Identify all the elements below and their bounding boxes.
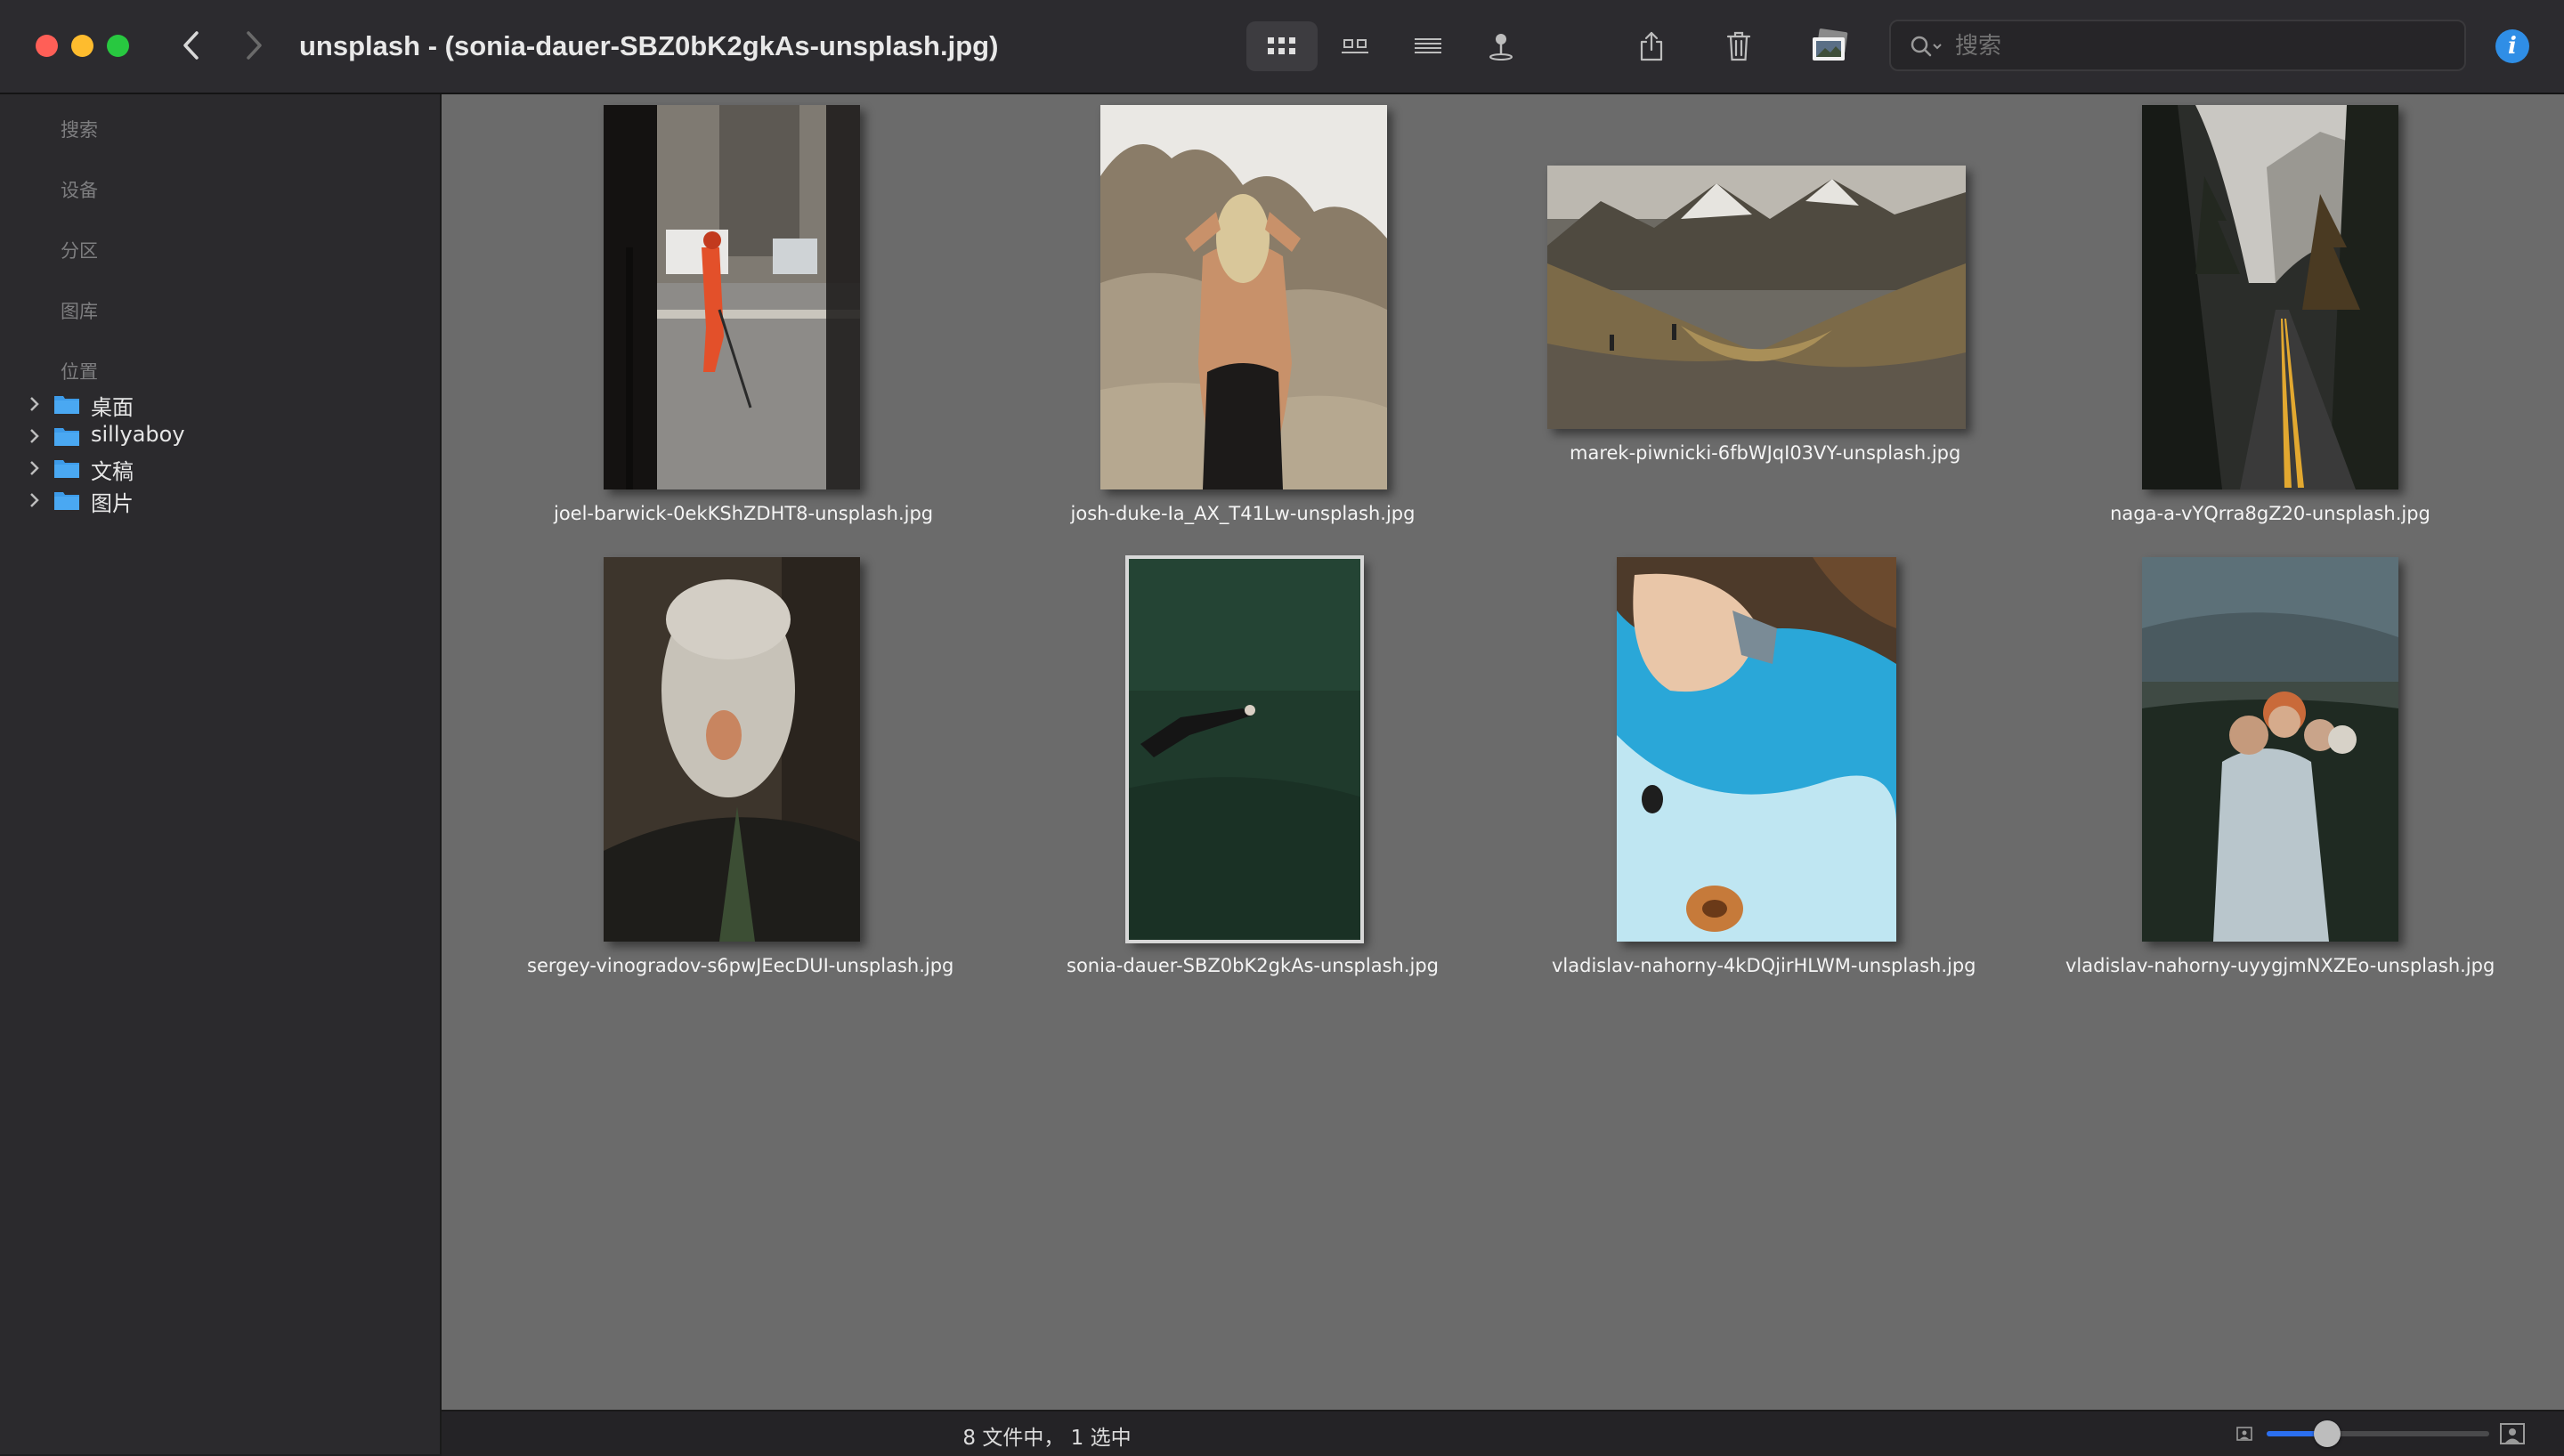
folder-icon [54,460,79,478]
photo-thumbnail[interactable] [1547,166,1966,429]
minimize-window-button[interactable] [71,35,93,57]
folder-icon [54,396,79,414]
photo-thumbnail[interactable] [604,105,860,489]
delete-button[interactable] [1708,21,1770,71]
file-name[interactable]: sonia-dauer-SBZ0bK2gkAs-unsplash.jpg [1067,952,1439,979]
share-icon [1640,31,1663,61]
chevron-left-icon [183,31,199,60]
wrapped-head-image [604,557,860,942]
sidebar-section-locations[interactable]: 位置 [61,358,98,384]
blue-sink-image [1617,557,1896,942]
filmstrip-view-button[interactable] [1319,21,1391,71]
window-title: unsplash - (sonia-dauer-SBZ0bK2gkAs-unsp… [299,30,999,61]
slider-knob[interactable] [2313,1420,2341,1447]
photo-thumbnail[interactable] [1617,557,1896,942]
grass-photo-image [1127,557,1362,942]
thumbnail-grid: joel-barwick-0ekKShZDHT8-unsplash.jpg jo… [442,94,2564,1410]
three-women-image [2142,557,2398,942]
sidebar: 搜索 设备 分区 图库 位置 桌面 sillyaboy 文稿 图片 [0,94,442,1454]
sidebar-item-desktop[interactable]: 桌面 [27,388,418,420]
app-window: unsplash - (sonia-dauer-SBZ0bK2gkAs-unsp… [0,0,2564,1456]
photo-thumbnail[interactable] [1100,105,1387,489]
filmstrip-view-icon [1342,39,1368,53]
toolbar: unsplash - (sonia-dauer-SBZ0bK2gkAs-unsp… [0,0,2564,94]
small-thumbnail-icon[interactable] [2236,1427,2252,1441]
forward-button[interactable] [235,23,274,68]
grid-view-icon [1268,37,1295,54]
photo-thumbnail[interactable] [2142,105,2398,489]
photo-thumbnail[interactable] [2142,557,2398,942]
street-photo-image [604,105,860,489]
sidebar-section-partitions[interactable]: 分区 [61,237,98,263]
close-window-button[interactable] [36,35,58,57]
photo-thumbnail-selected[interactable] [1125,555,1364,943]
file-name[interactable]: vladislav-nahorny-4kDQjirHLWM-unsplash.j… [1552,952,1976,979]
search-icon [1911,36,1942,57]
info-button[interactable]: i [2495,29,2529,63]
photos-button[interactable] [1798,21,1861,71]
sidebar-item-pictures[interactable]: 图片 [27,484,418,516]
chevron-right-icon[interactable] [27,393,43,415]
file-name[interactable]: naga-a-vYQrra8gZ20-unsplash.jpg [2092,500,2448,527]
file-name[interactable]: joel-barwick-0ekKShZDHT8-unsplash.jpg [554,500,933,527]
list-view-icon [1415,38,1441,53]
mountain-valley-image [1547,166,1966,429]
sidebar-item-label: sillyaboy [91,422,185,447]
grid-view-button[interactable] [1246,21,1318,71]
trash-icon [1726,31,1751,61]
large-thumbnail-icon[interactable] [2500,1423,2525,1444]
sidebar-section-devices[interactable]: 设备 [61,176,98,203]
back-button[interactable] [171,23,210,68]
chevron-right-icon [247,31,262,60]
sidebar-section-library[interactable]: 图库 [61,297,98,324]
sidebar-item-documents[interactable]: 文稿 [27,452,418,484]
file-name[interactable]: josh-duke-Ia_AX_T41Lw-unsplash.jpg [1065,500,1421,527]
list-view-button[interactable] [1392,21,1464,71]
sidebar-item-label: 图片 [91,491,134,516]
photo-thumbnail[interactable] [604,557,860,942]
sidebar-item-label: 桌面 [91,395,134,420]
sidebar-item-sillyaboy[interactable]: sillyaboy [27,420,418,452]
sidebar-section-search[interactable]: 搜索 [61,116,98,142]
sidebar-item-label: 文稿 [91,459,134,484]
file-name[interactable]: sergey-vinogradov-s6pwJEecDUI-unsplash.j… [527,952,953,979]
file-name[interactable]: marek-piwnicki-6fbWJqI03VY-unsplash.jpg [1570,440,1960,466]
selection-status: 8 文件中， 1 选中 [962,1427,1132,1450]
chevron-right-icon[interactable] [27,457,43,479]
file-name[interactable]: vladislav-nahorny-uyygjmNXZEo-unsplash.j… [2065,952,2495,979]
folder-icon [54,492,79,510]
search-field[interactable] [1889,20,2466,71]
woman-rocks-image [1100,105,1387,489]
search-input[interactable] [1953,28,2455,64]
chevron-right-icon[interactable] [27,425,43,447]
map-view-button[interactable] [1465,21,1537,71]
folder-icon [54,428,79,446]
zoom-window-button[interactable] [107,35,129,57]
photos-icon [1813,28,1848,61]
chevron-right-icon[interactable] [27,489,43,511]
map-pin-icon [1489,34,1513,61]
thumbnail-size-slider[interactable] [2267,1420,2489,1447]
share-button[interactable] [1620,21,1683,71]
status-bar: 8 文件中， 1 选中 [442,1410,2564,1456]
forest-road-image [2142,105,2398,489]
